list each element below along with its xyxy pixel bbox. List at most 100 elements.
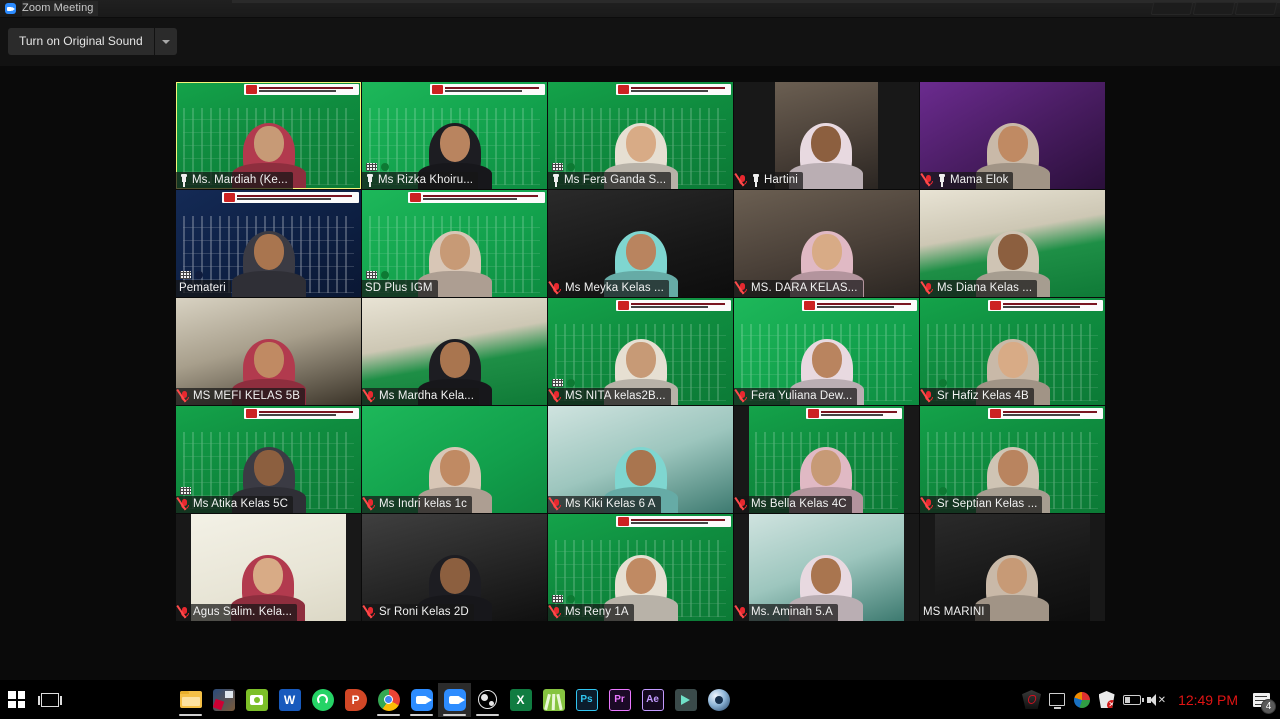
banner-text-lines <box>631 86 729 93</box>
blue-orb-icon[interactable] <box>702 683 735 717</box>
participant-name-bar: SD Plus IGM <box>362 280 438 297</box>
mic-muted-icon[interactable] <box>734 605 748 619</box>
windows-start-icon[interactable] <box>0 683 33 717</box>
after-effects-icon[interactable]: Ae <box>636 683 669 717</box>
participant-tile[interactable]: Ms Diana Kelas ... <box>920 190 1105 297</box>
mic-muted-icon[interactable] <box>734 389 748 403</box>
mic-muted-icon[interactable] <box>176 389 190 403</box>
turn-on-original-sound-button[interactable]: Turn on Original Sound <box>8 28 154 55</box>
mic-muted-icon[interactable] <box>176 497 190 511</box>
close-button[interactable] <box>1234 2 1278 15</box>
pin-icon[interactable] <box>179 174 189 187</box>
wondershare-icon[interactable] <box>537 683 570 717</box>
pin-icon[interactable] <box>365 174 375 187</box>
participant-name-bar: Ms Meyka Kelas ... <box>548 280 669 297</box>
participant-tile[interactable]: Sr Septian Kelas ... <box>920 406 1105 513</box>
task-view-icon[interactable] <box>33 683 66 717</box>
pin-icon[interactable] <box>937 174 947 187</box>
nvidia-icon[interactable] <box>1070 685 1093 715</box>
virtual-background-banner <box>244 408 359 419</box>
window-title-bar: Zoom Meeting <box>0 0 1280 18</box>
obs-studio-icon[interactable] <box>471 683 504 717</box>
mic-muted-icon[interactable] <box>920 281 934 295</box>
keyboard-icon <box>180 487 191 495</box>
banner-logo-icon <box>618 517 630 526</box>
display-icon[interactable] <box>1045 685 1068 715</box>
participant-tile[interactable]: MS MARINI <box>920 514 1105 621</box>
participant-name-bar: Hartini <box>734 172 803 189</box>
mic-muted-icon[interactable] <box>734 281 748 295</box>
participant-tile[interactable]: MS NITA kelas2B... <box>548 298 733 405</box>
participant-tile[interactable]: Ms Mardha Kela... <box>362 298 547 405</box>
participant-tile[interactable]: Ms Bella Kelas 4C <box>734 406 919 513</box>
security-alert-icon[interactable]: ✕ <box>1095 685 1118 715</box>
status-dot-icon <box>567 595 575 603</box>
participant-tile[interactable]: Ms Rizka Khoiru... <box>362 82 547 189</box>
premiere-pro-icon[interactable]: Pr <box>603 683 636 717</box>
participant-tile[interactable]: Sr Roni Kelas 2D <box>362 514 547 621</box>
banner-logo-icon <box>432 85 444 94</box>
mic-muted-icon[interactable] <box>920 497 934 511</box>
participant-tile[interactable]: MS MEFI KELAS 5B <box>176 298 361 405</box>
mic-muted-icon[interactable] <box>920 389 934 403</box>
participant-tile[interactable]: Agus Salim. Kela... <box>176 514 361 621</box>
zoom-meeting-icon[interactable] <box>438 682 471 717</box>
file-explorer-icon[interactable] <box>174 683 207 717</box>
mic-muted-icon[interactable] <box>548 497 562 511</box>
mic-muted-icon[interactable] <box>548 605 562 619</box>
battery-icon[interactable] <box>1120 685 1144 715</box>
participant-name: Ms. Mardiah (Ke... <box>192 174 288 186</box>
photoshop-icon[interactable]: Ps <box>570 683 603 717</box>
participant-tile[interactable]: Hartini <box>734 82 919 189</box>
powerpoint-icon[interactable]: P <box>339 683 372 717</box>
participant-name: MS. DARA KELAS... <box>751 282 858 294</box>
pin-icon[interactable] <box>551 174 561 187</box>
mic-muted-icon[interactable] <box>362 605 376 619</box>
participant-name-bar: MS MARINI <box>920 604 990 621</box>
participant-tile[interactable]: Ms Kiki Kelas 6 A <box>548 406 733 513</box>
mic-muted-icon[interactable] <box>548 281 562 295</box>
banner-text-lines <box>631 518 729 525</box>
maximize-button[interactable] <box>1192 2 1236 15</box>
word-icon[interactable]: W <box>273 683 306 717</box>
participant-tile[interactable]: Pemateri <box>176 190 361 297</box>
system-clock[interactable]: 12:49 PM <box>1178 692 1238 708</box>
participant-tile[interactable]: Mama Elok <box>920 82 1105 189</box>
camera-app-icon[interactable] <box>240 683 273 717</box>
zoom-icon[interactable] <box>405 683 438 717</box>
mic-muted-icon[interactable] <box>362 497 376 511</box>
mic-muted-icon[interactable] <box>920 173 934 187</box>
notification-icon[interactable]: 4 <box>1246 685 1276 715</box>
mic-muted-icon[interactable] <box>548 389 562 403</box>
participant-tile[interactable]: MS. DARA KELAS... <box>734 190 919 297</box>
participant-tile[interactable]: Ms Fera Ganda S... <box>548 82 733 189</box>
participant-tile[interactable]: Ms. Mardiah (Ke... <box>176 82 361 189</box>
participant-tile[interactable]: Fera Yuliana Dew... <box>734 298 919 405</box>
chevron-down-icon <box>161 39 170 44</box>
mic-muted-icon[interactable] <box>734 173 748 187</box>
photos-icon[interactable] <box>207 683 240 717</box>
participant-tile[interactable]: Ms Indri kelas 1c <box>362 406 547 513</box>
virtual-background-banner <box>616 516 731 527</box>
participant-name: Ms Rizka Khoiru... <box>378 174 474 186</box>
mic-muted-icon[interactable] <box>362 389 376 403</box>
banner-text-lines <box>631 302 729 309</box>
original-sound-dropdown-button[interactable] <box>154 28 177 55</box>
rog-shield-icon[interactable] <box>1020 685 1043 715</box>
minimize-button[interactable] <box>1150 2 1194 15</box>
participant-tile[interactable]: Ms Meyka Kelas ... <box>548 190 733 297</box>
participant-tile[interactable]: Ms Reny 1A <box>548 514 733 621</box>
participant-tile[interactable]: Sr Hafiz Kelas 4B <box>920 298 1105 405</box>
excel-icon[interactable]: X <box>504 683 537 717</box>
participant-tile[interactable]: SD Plus IGM <box>362 190 547 297</box>
participant-tile[interactable]: Ms Atika Kelas 5C <box>176 406 361 513</box>
whatsapp-icon[interactable] <box>306 683 339 717</box>
teal-app-icon[interactable] <box>669 683 702 717</box>
pin-icon[interactable] <box>751 174 761 187</box>
speaker-muted-icon[interactable]: ✕ <box>1145 685 1168 715</box>
mic-muted-icon[interactable] <box>176 605 190 619</box>
participant-tile[interactable]: Ms. Aminah 5.A <box>734 514 919 621</box>
window-controls <box>1150 2 1278 15</box>
mic-muted-icon[interactable] <box>734 497 748 511</box>
chrome-icon[interactable] <box>372 683 405 717</box>
